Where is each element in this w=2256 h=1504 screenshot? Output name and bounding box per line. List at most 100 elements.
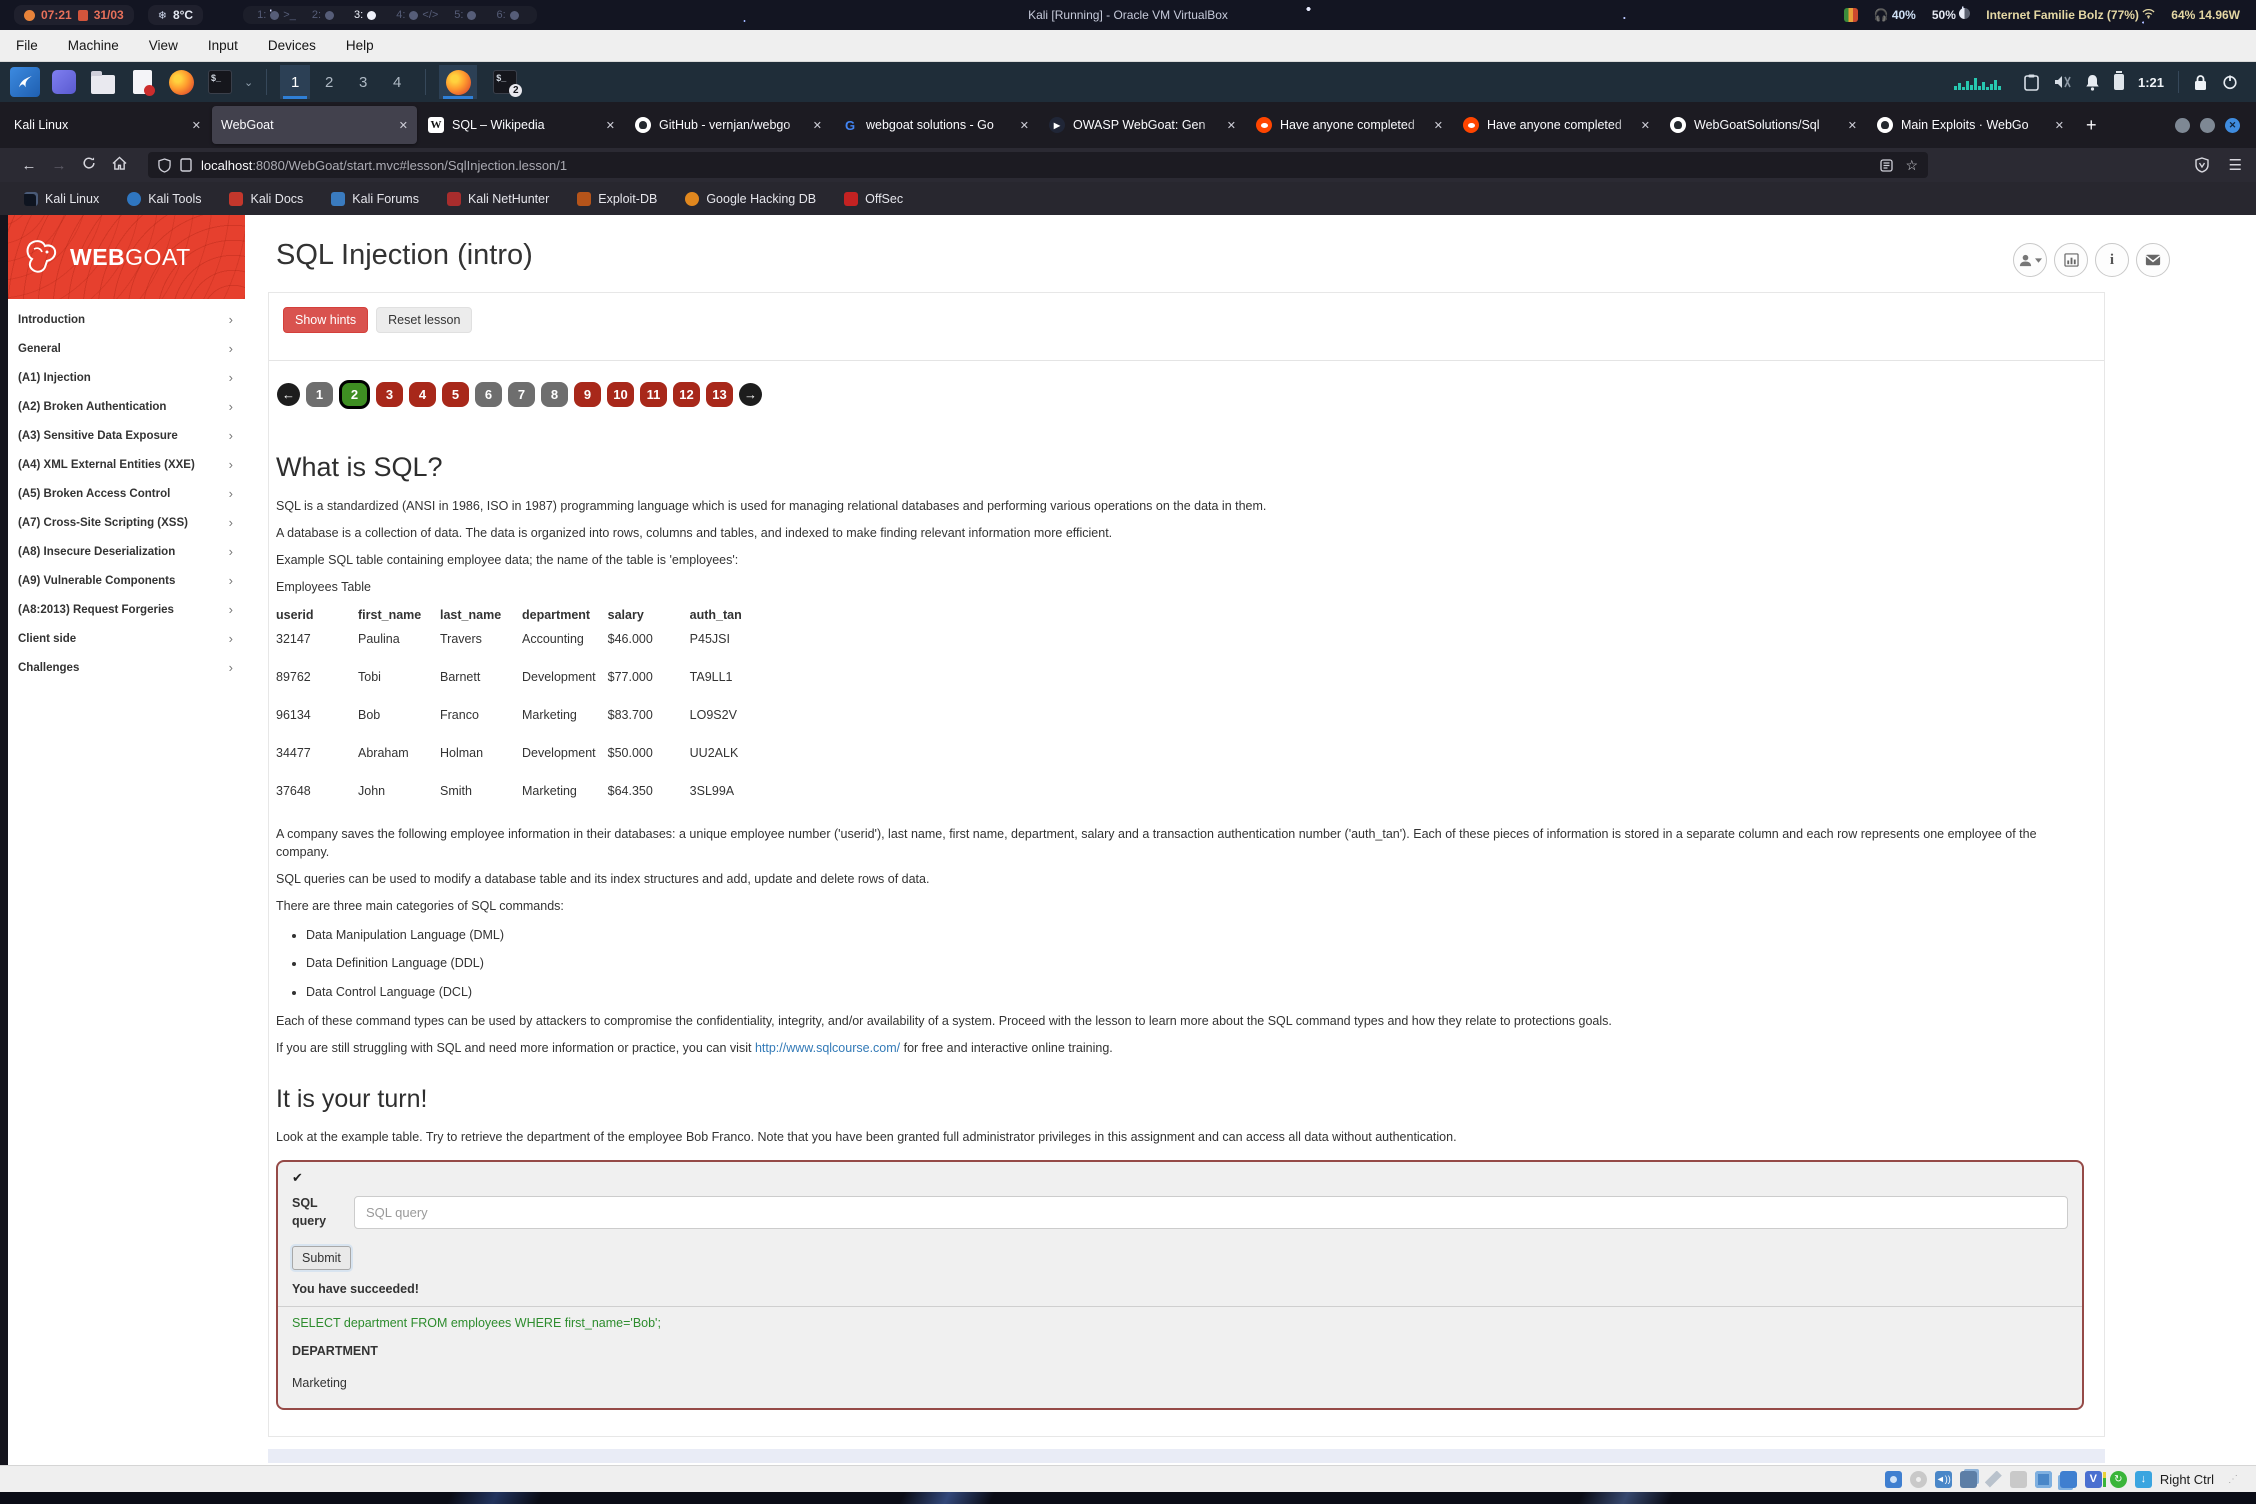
tray-app-icon[interactable]	[1844, 8, 1858, 22]
sidebar-category[interactable]: Client side ›	[8, 624, 245, 653]
taskbar-firefox-window[interactable]	[439, 65, 477, 99]
user-menu-button[interactable]	[2013, 243, 2047, 277]
contact-button[interactable]	[2136, 243, 2170, 277]
reader-mode-icon[interactable]	[1880, 159, 1893, 172]
sidebar-category[interactable]: Introduction ›	[8, 305, 245, 334]
vbox-sharedfolder-icon[interactable]	[2010, 1471, 2027, 1488]
webgoat-logo-header[interactable]: WEBGOAT	[8, 215, 245, 299]
tab-close-icon[interactable]: ✕	[1227, 119, 1236, 132]
sql-query-input[interactable]	[354, 1196, 2068, 1229]
browser-tab[interactable]: WebGoatSolutions/Sql ✕	[1661, 106, 1866, 144]
reset-lesson-button[interactable]: Reset lesson	[376, 307, 472, 333]
launcher-dropdown-caret[interactable]: ⌄	[244, 76, 253, 89]
tab-close-icon[interactable]: ✕	[1848, 119, 1857, 132]
app-launcher-window[interactable]	[49, 67, 79, 97]
sidebar-category[interactable]: (A8) Insecure Deserialization ›	[8, 537, 245, 566]
pager-next-button[interactable]: →	[739, 383, 762, 406]
sidebar-category[interactable]: General ›	[8, 334, 245, 363]
sidebar-category[interactable]: (A3) Sensitive Data Exposure ›	[8, 421, 245, 450]
tab-close-icon[interactable]: ✕	[813, 119, 822, 132]
tab-close-icon[interactable]: ✕	[2055, 119, 2064, 132]
page-number-button[interactable]: 1	[306, 382, 333, 407]
menu-hamburger-icon[interactable]: ☰	[2229, 156, 2242, 174]
browser-tab[interactable]: Kali Linux ✕	[5, 106, 210, 144]
page-number-button[interactable]: 8	[541, 382, 568, 407]
vbox-menu-item[interactable]: View	[149, 38, 178, 53]
tab-close-icon[interactable]: ✕	[399, 119, 408, 132]
vbox-menu-item[interactable]: Input	[208, 38, 238, 53]
sidebar-category[interactable]: (A1) Injection ›	[8, 363, 245, 392]
vbox-features-icon[interactable]: V	[2085, 1471, 2102, 1488]
host-workspace[interactable]: 4:</>	[396, 9, 438, 21]
bookmark-item[interactable]: Kali Tools	[127, 192, 201, 206]
browser-tab[interactable]: Have anyone completed ✕	[1454, 106, 1659, 144]
firefox-launcher[interactable]	[166, 67, 196, 97]
sqlcourse-link[interactable]: http://www.sqlcourse.com/	[755, 1041, 900, 1055]
page-number-button[interactable]: 3	[376, 382, 403, 407]
vbox-display-icon[interactable]	[2035, 1471, 2052, 1488]
tab-close-icon[interactable]: ✕	[606, 119, 615, 132]
url-text[interactable]: localhost:8080/WebGoat/start.mvc#lesson/…	[201, 158, 567, 173]
vbox-menu-item[interactable]: Devices	[268, 38, 316, 53]
bookmark-item[interactable]: Kali Forums	[331, 192, 419, 206]
host-workspace[interactable]: 1:>_	[257, 9, 296, 21]
browser-tab[interactable]: SQL – Wikipedia ✕	[419, 106, 624, 144]
lock-screen-icon[interactable]	[2193, 74, 2208, 91]
bookmark-item[interactable]: Exploit-DB	[577, 192, 657, 206]
bookmark-star-icon[interactable]: ☆	[1905, 157, 1918, 174]
page-number-button[interactable]: 10	[607, 382, 634, 407]
kali-workspace-button[interactable]: 4	[382, 65, 412, 99]
page-number-button[interactable]: 5	[442, 382, 469, 407]
reload-button[interactable]	[74, 156, 104, 174]
sidebar-category[interactable]: Challenges ›	[8, 653, 245, 682]
page-number-button[interactable]: 11	[640, 382, 667, 407]
show-hints-button[interactable]: Show hints	[283, 307, 368, 333]
bookmark-item[interactable]: Kali Linux	[24, 192, 99, 206]
browser-tab[interactable]: webgoat solutions - Go ✕	[833, 106, 1038, 144]
vbox-recording-icon[interactable]: ↻	[2110, 1471, 2127, 1488]
browser-tab[interactable]: GitHub - vernjan/webgo ✕	[626, 106, 831, 144]
sidebar-category[interactable]: (A8:2013) Request Forgeries ›	[8, 595, 245, 624]
window-maximize-button[interactable]	[2200, 118, 2215, 133]
host-workspace[interactable]: 3:	[354, 9, 380, 21]
bookmark-item[interactable]: Kali NetHunter	[447, 192, 549, 206]
battery-indicator[interactable]: 64% 14.96W	[2171, 8, 2240, 22]
vbox-menu-item[interactable]: Help	[346, 38, 374, 53]
window-minimize-button[interactable]	[2175, 118, 2190, 133]
kali-workspace-button[interactable]: 3	[348, 65, 378, 99]
file-manager-launcher[interactable]	[88, 67, 118, 97]
host-workspace[interactable]: 2:	[312, 9, 338, 21]
page-number-button[interactable]: 2	[339, 380, 370, 409]
url-bar[interactable]: localhost:8080/WebGoat/start.mvc#lesson/…	[148, 152, 1928, 178]
browser-tab[interactable]: WebGoat ✕	[212, 106, 417, 144]
scoreboard-button[interactable]	[2054, 243, 2088, 277]
bookmark-item[interactable]: OffSec	[844, 192, 903, 206]
kali-menu-button[interactable]	[10, 67, 40, 97]
tab-close-icon[interactable]: ✕	[1434, 119, 1443, 132]
tab-close-icon[interactable]: ✕	[192, 119, 201, 132]
new-tab-button[interactable]: +	[2074, 115, 2109, 136]
sidebar-category[interactable]: (A9) Vulnerable Components ›	[8, 566, 245, 595]
home-button[interactable]	[104, 156, 134, 174]
browser-tab[interactable]: OWASP WebGoat: Gen ✕	[1040, 106, 1245, 144]
network-indicator[interactable]: Internet Familie Bolz (77%)	[1986, 8, 2155, 22]
forward-button[interactable]: →	[44, 157, 74, 174]
vbox-audio-icon[interactable]: ◄))	[1935, 1471, 1952, 1488]
weather-widget[interactable]: ❄ 8°C	[148, 5, 203, 25]
account-shield-icon[interactable]	[2195, 157, 2209, 173]
page-number-button[interactable]: 12	[673, 382, 700, 407]
cpu-graph-widget[interactable]	[1954, 74, 2010, 90]
text-editor-launcher[interactable]	[127, 67, 157, 97]
audio-volume-indicator[interactable]: 🎧 40%	[1874, 8, 1916, 22]
clock-date-widget[interactable]: 07:21 31/03	[14, 5, 134, 25]
page-number-button[interactable]: 13	[706, 382, 733, 407]
kali-workspace-button[interactable]: 1	[280, 65, 310, 99]
power-icon[interactable]	[2222, 74, 2238, 90]
browser-tab[interactable]: Main Exploits · WebGo ✕	[1868, 106, 2073, 144]
audio-muted-icon[interactable]	[2053, 74, 2071, 90]
vbox-harddisk-icon[interactable]	[1885, 1471, 1902, 1488]
host-workspace[interactable]: 6:	[496, 9, 522, 21]
vbox-cdrom-icon[interactable]	[1910, 1471, 1927, 1488]
bookmark-item[interactable]: Google Hacking DB	[685, 192, 816, 206]
vbox-mouse-capture-icon[interactable]: ↓	[2135, 1471, 2152, 1488]
